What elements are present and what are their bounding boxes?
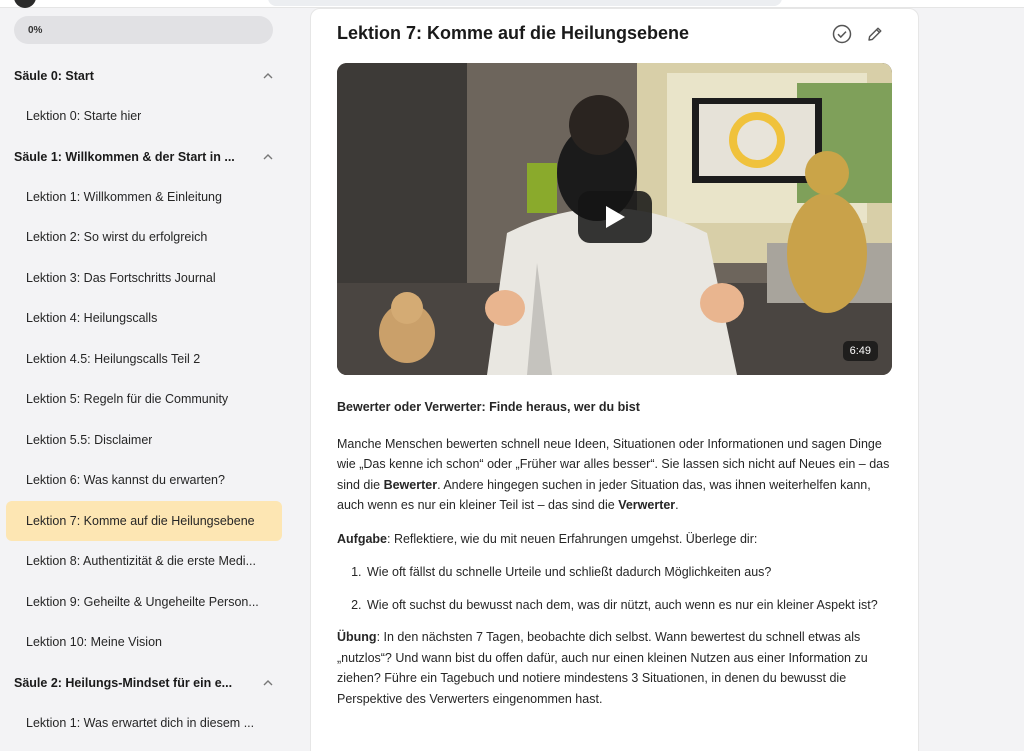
lesson-item[interactable]: Lektion 4: Heilungscalls xyxy=(6,298,282,338)
course-sidebar: 0% Säule 0: Start Lektion 0: Starte hier… xyxy=(0,8,290,751)
avatar[interactable] xyxy=(14,0,36,8)
question-list: Wie oft fällst du schnelle Urteile und s… xyxy=(365,562,893,615)
lesson-title: Lektion 7: Komme auf die Heilungsebene xyxy=(337,23,690,43)
progress-label: 0% xyxy=(28,25,43,36)
search-bar[interactable] xyxy=(268,0,782,6)
lesson-card: Lektion 7: Komme auf die Heilungsebene 6… xyxy=(310,8,919,751)
lesson-item[interactable]: Lektion 5.5: Disclaimer xyxy=(6,420,282,460)
lesson-item[interactable]: Lektion 3: Das Fortschritts Journal xyxy=(6,258,282,298)
lesson-item[interactable]: Lektion 4.5: Heilungscalls Teil 2 xyxy=(6,339,282,379)
lesson-content: Bewerter oder Verwerter: Finde heraus, w… xyxy=(337,397,893,722)
lesson-item[interactable]: Lektion 10: Meine Vision xyxy=(6,622,282,662)
lesson-label: Lektion 4: Heilungscalls xyxy=(26,311,158,325)
lesson-label: Lektion 0: Starte hier xyxy=(26,109,142,123)
check-circle-icon[interactable] xyxy=(831,23,853,45)
task-label: Aufgabe xyxy=(337,531,387,546)
lesson-label: Lektion 9: Geheilte & Ungeheilte Person.… xyxy=(26,595,259,609)
section-title: Säule 0: Start xyxy=(14,69,94,83)
video-player[interactable]: 6:49 xyxy=(337,63,892,375)
lesson-item[interactable]: Lektion 9: Geheilte & Ungeheilte Person.… xyxy=(6,582,282,622)
exercise-paragraph: Übung: In den nächsten 7 Tagen, beobacht… xyxy=(337,627,893,709)
play-icon xyxy=(606,206,625,228)
lesson-label: Lektion 3: Das Fortschritts Journal xyxy=(26,271,216,285)
section-saeule-2[interactable]: Säule 2: Heilungs-Mindset für ein e... xyxy=(14,671,276,695)
top-bar xyxy=(0,0,1024,8)
lesson-label: Lektion 10: Meine Vision xyxy=(26,635,162,649)
task-paragraph: Aufgabe: Reflektiere, wie du mit neuen E… xyxy=(337,529,893,550)
section-title: Säule 2: Heilungs-Mindset für ein e... xyxy=(14,676,233,690)
section-saeule-1[interactable]: Säule 1: Willkommen & der Start in ... xyxy=(14,145,276,169)
lesson-label: Lektion 5.5: Disclaimer xyxy=(26,433,153,447)
section-saeule-0[interactable]: Säule 0: Start xyxy=(14,64,276,88)
lesson-label: Lektion 2: So wirst du erfolgreich xyxy=(26,230,208,244)
lesson-item[interactable]: Lektion 8: Authentizität & die erste Med… xyxy=(6,541,282,581)
lesson-item[interactable]: Lektion 2: So wirst du erfolgreich xyxy=(6,217,282,257)
chevron-up-icon[interactable] xyxy=(260,68,276,84)
task-text: : Reflektiere, wie du mit neuen Erfahrun… xyxy=(387,531,758,546)
lesson-item[interactable]: Lektion 1: Was erwartet dich in diesem .… xyxy=(6,703,282,743)
exercise-text: : In den nächsten 7 Tagen, beobachte dic… xyxy=(337,630,868,706)
video-duration: 6:49 xyxy=(842,341,878,361)
play-button[interactable] xyxy=(578,191,652,243)
lesson-label: Lektion 4.5: Heilungscalls Teil 2 xyxy=(26,352,201,366)
question-item: Wie oft suchst du bewusst nach dem, was … xyxy=(365,595,893,616)
content-paragraph: Manche Menschen bewerten schnell neue Id… xyxy=(337,434,893,516)
chevron-up-icon[interactable] xyxy=(260,149,276,165)
right-margin xyxy=(930,8,1024,751)
progress-bar: 0% xyxy=(14,16,273,44)
lesson-label: Lektion 1: Willkommen & Einleitung xyxy=(26,190,222,204)
lesson-label: Lektion 7: Komme auf die Heilungsebene xyxy=(26,514,255,528)
lesson-label: Lektion 6: Was kannst du erwarten? xyxy=(26,473,225,487)
text-span: . xyxy=(675,498,679,512)
section-title: Säule 1: Willkommen & der Start in ... xyxy=(14,150,235,164)
lesson-label: Lektion 5: Regeln für die Community xyxy=(26,392,229,406)
content-heading: Bewerter oder Verwerter: Finde heraus, w… xyxy=(337,400,640,414)
lesson-label: Lektion 1: Was erwartet dich in diesem .… xyxy=(26,716,255,730)
term-bewerter: Bewerter xyxy=(383,477,438,492)
exercise-label: Übung xyxy=(337,630,377,644)
lesson-item[interactable]: Lektion 5: Regeln für die Community xyxy=(6,379,282,419)
lesson-item[interactable]: Lektion 6: Was kannst du erwarten? xyxy=(6,460,282,500)
pencil-icon[interactable] xyxy=(864,23,886,45)
lesson-item[interactable]: Lektion 1: Willkommen & Einleitung xyxy=(6,177,282,217)
question-item: Wie oft fällst du schnelle Urteile und s… xyxy=(365,562,893,583)
lesson-item[interactable]: Lektion 0: Starte hier xyxy=(6,96,282,136)
lesson-label: Lektion 8: Authentizität & die erste Med… xyxy=(26,554,256,568)
term-verwerter: Verwerter xyxy=(618,498,676,512)
lesson-item-active[interactable]: Lektion 7: Komme auf die Heilungsebene xyxy=(6,501,282,541)
chevron-up-icon[interactable] xyxy=(260,675,276,691)
